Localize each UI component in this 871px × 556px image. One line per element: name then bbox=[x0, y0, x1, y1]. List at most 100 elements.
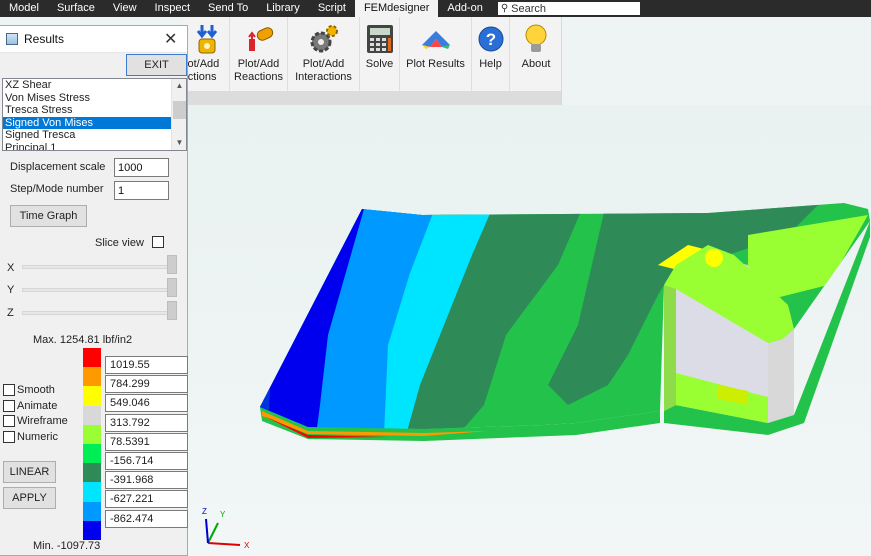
legend-value-box[interactable]: 784.299 bbox=[105, 375, 188, 393]
menu-model[interactable]: Model bbox=[0, 0, 48, 17]
menu-add-on[interactable]: Add-on bbox=[438, 0, 491, 17]
result-type-list[interactable]: XZ Shear Von Mises Stress Tresca Stress … bbox=[2, 78, 187, 151]
menu-bar: Model Surface View Inspect Send To Libra… bbox=[0, 0, 871, 17]
slider-x-label: X bbox=[7, 262, 15, 274]
calculator-icon bbox=[364, 23, 396, 55]
animate-label: Animate bbox=[17, 400, 58, 412]
plot-add-actions-button[interactable]: Plot/Add Actions bbox=[186, 17, 230, 91]
help-label: Help bbox=[479, 58, 502, 70]
window-icon bbox=[6, 33, 18, 45]
slider-y-track[interactable] bbox=[22, 288, 174, 292]
solve-label: Solve bbox=[365, 58, 394, 70]
legend-swatch bbox=[83, 348, 101, 368]
legend-swatch bbox=[83, 463, 101, 483]
slice-view-label: Slice view bbox=[95, 237, 144, 249]
list-item-selected[interactable]: Signed Von Mises bbox=[3, 116, 171, 129]
menu-surface[interactable]: Surface bbox=[48, 0, 104, 17]
exit-button[interactable]: EXIT bbox=[126, 54, 187, 76]
results-title: Results bbox=[24, 32, 65, 46]
stress-contour-plot: X Y Z bbox=[202, 203, 870, 550]
legend-value-box[interactable]: -156.714 bbox=[105, 452, 188, 470]
wireframe-checkbox[interactable] bbox=[3, 415, 15, 427]
slider-x-thumb[interactable] bbox=[167, 255, 177, 274]
menu-femdesigner[interactable]: FEMdesigner bbox=[354, 0, 439, 17]
help-button[interactable]: ? Help bbox=[472, 17, 510, 91]
triad-y-label: Y bbox=[220, 510, 226, 519]
plot-add-interactions-button[interactable]: Plot/Add Interactions bbox=[288, 17, 360, 91]
search-box[interactable]: ⚲ Search bbox=[497, 2, 640, 15]
slider-y-label: Y bbox=[7, 284, 15, 296]
legend-value-box[interactable]: -391.968 bbox=[105, 471, 188, 489]
time-graph-button[interactable]: Time Graph bbox=[10, 205, 87, 227]
plot-results-label: Plot Results bbox=[406, 58, 465, 70]
legend-swatch bbox=[83, 367, 101, 387]
list-item[interactable]: XZ Shear bbox=[3, 79, 171, 92]
menu-library[interactable]: Library bbox=[257, 0, 309, 17]
model-viewport[interactable]: X Y Z bbox=[188, 105, 871, 556]
solve-button[interactable]: Solve bbox=[360, 17, 400, 91]
plot-results-button[interactable]: Plot Results bbox=[400, 17, 472, 91]
lightbulb-icon bbox=[520, 23, 552, 55]
close-icon[interactable]: ✕ bbox=[164, 29, 177, 49]
legend-value-box[interactable]: 1019.55 bbox=[105, 356, 188, 374]
legend-swatch bbox=[83, 444, 101, 464]
ribbon-toolbar: Plot/Add Actions Plot/Add Reactions Plot… bbox=[186, 17, 562, 105]
interactions-gear-icon bbox=[308, 23, 340, 55]
triad-z-label: Z bbox=[202, 507, 207, 516]
slider-z-label: Z bbox=[7, 307, 14, 319]
slider-x-track[interactable] bbox=[22, 265, 174, 269]
smooth-checkbox[interactable] bbox=[3, 384, 15, 396]
wireframe-label: Wireframe bbox=[17, 415, 68, 427]
list-item[interactable]: Tresca Stress bbox=[3, 104, 171, 117]
slider-y-thumb[interactable] bbox=[167, 278, 177, 297]
displacement-scale-label: Displacement scale bbox=[10, 161, 106, 173]
max-value-label: Max. 1254.81 lbf/in2 bbox=[33, 334, 133, 346]
actions-icon bbox=[192, 23, 224, 55]
scroll-thumb[interactable] bbox=[173, 101, 186, 119]
menu-send-to[interactable]: Send To bbox=[199, 0, 257, 17]
numeric-checkbox[interactable] bbox=[3, 431, 15, 443]
help-icon: ? bbox=[475, 23, 507, 55]
legend-swatch bbox=[83, 386, 101, 406]
legend-value-box[interactable]: -862.474 bbox=[105, 510, 188, 528]
legend-value-box[interactable]: 313.792 bbox=[105, 414, 188, 432]
interactions-label: Plot/Add Interactions bbox=[295, 58, 352, 83]
scroll-down-icon[interactable]: ▼ bbox=[172, 136, 186, 150]
apply-button[interactable]: APPLY bbox=[3, 487, 56, 509]
animate-checkbox[interactable] bbox=[3, 400, 15, 412]
slider-z-track[interactable] bbox=[22, 311, 174, 315]
ribbon-group-strip bbox=[186, 91, 561, 105]
plot-add-reactions-button[interactable]: Plot/Add Reactions bbox=[230, 17, 288, 91]
min-value-label: Min. -1097.73 bbox=[33, 540, 101, 552]
numeric-label: Numeric bbox=[17, 431, 58, 443]
legend-value-box[interactable]: -627.221 bbox=[105, 490, 188, 508]
actions-label: Plot/Add Actions bbox=[186, 58, 220, 83]
menu-view[interactable]: View bbox=[104, 0, 146, 17]
about-button[interactable]: About bbox=[510, 17, 562, 91]
reactions-icon bbox=[243, 23, 275, 55]
search-placeholder: Search bbox=[511, 2, 547, 15]
plot-results-icon bbox=[420, 23, 452, 55]
axis-triad: X Y Z bbox=[202, 507, 250, 550]
displacement-scale-input[interactable] bbox=[114, 158, 169, 177]
linear-button[interactable]: LINEAR bbox=[3, 461, 56, 483]
results-titlebar[interactable]: Results ✕ bbox=[0, 26, 187, 53]
legend-swatch bbox=[83, 520, 101, 541]
menu-inspect[interactable]: Inspect bbox=[146, 0, 199, 17]
list-item[interactable]: Signed Tresca bbox=[3, 129, 171, 142]
scroll-up-icon[interactable]: ▲ bbox=[172, 79, 186, 93]
menu-script[interactable]: Script bbox=[309, 0, 355, 17]
svg-text:?: ? bbox=[485, 30, 495, 49]
list-item[interactable]: Principal 1 bbox=[3, 142, 171, 151]
reactions-label: Plot/Add Reactions bbox=[234, 58, 283, 83]
slider-z-thumb[interactable] bbox=[167, 301, 177, 320]
slice-view-checkbox[interactable] bbox=[152, 236, 164, 248]
legend-value-box[interactable]: 78.5391 bbox=[105, 433, 188, 451]
step-mode-input[interactable] bbox=[114, 181, 169, 200]
smooth-label: Smooth bbox=[17, 384, 55, 396]
list-item[interactable]: Von Mises Stress bbox=[3, 92, 171, 105]
list-scrollbar[interactable]: ▲ ▼ bbox=[171, 79, 186, 150]
legend-value-box[interactable]: 549.046 bbox=[105, 394, 188, 412]
legend-swatch bbox=[83, 424, 101, 445]
legend-swatch bbox=[83, 501, 101, 521]
